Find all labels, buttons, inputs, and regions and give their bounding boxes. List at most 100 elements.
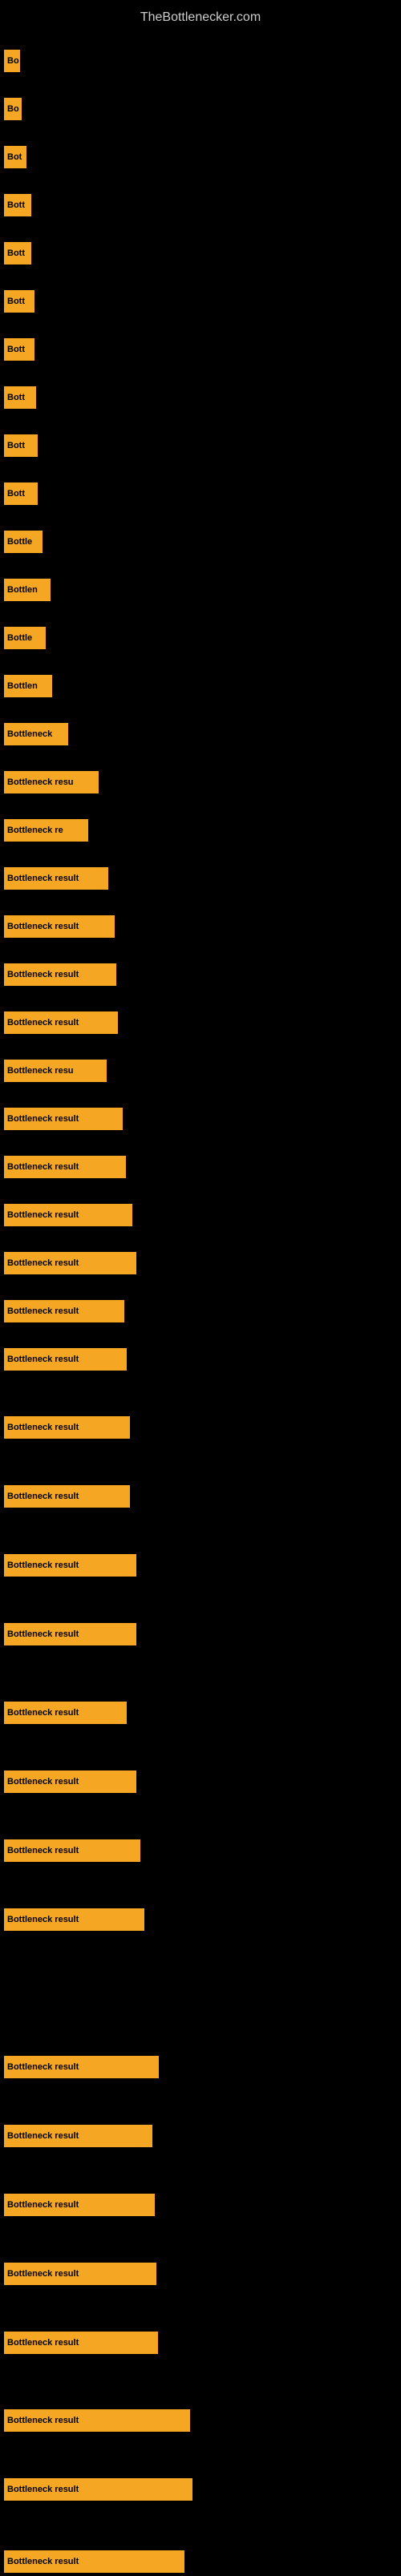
bar-row: Bottleneck resu bbox=[4, 1056, 107, 1085]
bar-label: Bottleneck result bbox=[7, 2416, 79, 2425]
bar-item: Bottleneck result bbox=[4, 2332, 158, 2354]
bar-row: Bottleneck result bbox=[4, 2547, 184, 2576]
bar-label: Bott bbox=[7, 489, 25, 499]
bar-row: Bottleneck result bbox=[4, 2122, 152, 2150]
bar-row: Bott bbox=[4, 239, 31, 268]
bar-row: Bottleneck result bbox=[4, 1413, 130, 1442]
bar-label: Bottleneck result bbox=[7, 1777, 79, 1787]
bar-label: Bottleneck result bbox=[7, 2200, 79, 2210]
bar-item: Bottleneck result bbox=[4, 867, 108, 890]
bar-item: Bottleneck result bbox=[4, 1839, 140, 1862]
bar-row: Bott bbox=[4, 431, 38, 460]
bar-row: Bottleneck result bbox=[4, 2406, 190, 2435]
bar-label: Bottleneck resu bbox=[7, 1066, 74, 1076]
bar-label: Bo bbox=[7, 104, 19, 114]
bar-item: Bottleneck result bbox=[4, 2478, 192, 2501]
bar-item: Bottleneck result bbox=[4, 1204, 132, 1226]
bar-label: Bottleneck result bbox=[7, 1423, 79, 1432]
bar-item: Bottlen bbox=[4, 675, 52, 697]
bar-row: Bott bbox=[4, 287, 34, 316]
bar-label: Bottleneck re bbox=[7, 826, 63, 835]
bar-item: Bottleneck bbox=[4, 723, 68, 745]
bar-label: Bottleneck result bbox=[7, 1561, 79, 1570]
bar-item: Bottleneck result bbox=[4, 1485, 130, 1508]
bar-item: Bottleneck result bbox=[4, 1300, 124, 1322]
bar-row: Bott bbox=[4, 335, 34, 364]
bar-row: Bottleneck result bbox=[4, 2190, 155, 2219]
bar-label: Bottleneck result bbox=[7, 1915, 79, 1924]
bar-row: Bot bbox=[4, 143, 26, 172]
bar-label: Bottleneck result bbox=[7, 1018, 79, 1028]
bar-row: Bo bbox=[4, 46, 20, 75]
bar-item: Bott bbox=[4, 242, 31, 264]
bar-label: Bottleneck result bbox=[7, 922, 79, 931]
bar-item: Bottleneck result bbox=[4, 1554, 136, 1577]
bar-item: Bottleneck result bbox=[4, 2263, 156, 2285]
bar-item: Bottle bbox=[4, 531, 43, 553]
bar-item: Bottleneck result bbox=[4, 2409, 190, 2432]
bar-label: Bottleneck result bbox=[7, 874, 79, 883]
bar-row: Bottleneck result bbox=[4, 2259, 156, 2288]
bar-label: Bottle bbox=[7, 633, 32, 643]
bar-row: Bott bbox=[4, 479, 38, 508]
bar-item: Bot bbox=[4, 146, 26, 168]
bar-label: Bott bbox=[7, 441, 25, 450]
bar-item: Bott bbox=[4, 194, 31, 216]
bar-row: Bo bbox=[4, 95, 22, 123]
bar-row: Bott bbox=[4, 191, 31, 220]
bar-label: Bot bbox=[7, 152, 22, 162]
bar-label: Bottleneck result bbox=[7, 1708, 79, 1718]
bar-item: Bottleneck result bbox=[4, 1108, 123, 1130]
bar-row: Bottleneck result bbox=[4, 1836, 140, 1865]
bar-label: Bottlen bbox=[7, 681, 38, 691]
bar-item: Bo bbox=[4, 50, 20, 72]
bar-label: Bottleneck result bbox=[7, 2131, 79, 2141]
bar-item: Bottleneck result bbox=[4, 2194, 155, 2216]
bar-row: Bottleneck result bbox=[4, 2475, 192, 2504]
bar-row: Bottleneck result bbox=[4, 2053, 159, 2081]
bar-item: Bottleneck result bbox=[4, 2056, 159, 2078]
bar-row: Bottlen bbox=[4, 672, 52, 701]
bar-item: Bottleneck resu bbox=[4, 771, 99, 793]
bar-label: Bottleneck result bbox=[7, 970, 79, 979]
bar-item: Bottleneck result bbox=[4, 1702, 127, 1724]
bars-container: BoBoBotBottBottBottBottBottBottBottBottl… bbox=[0, 24, 401, 40]
bar-label: Bottleneck result bbox=[7, 2269, 79, 2279]
bar-item: Bott bbox=[4, 482, 38, 505]
bar-row: Bottleneck result bbox=[4, 1551, 136, 1580]
bar-label: Bottleneck bbox=[7, 729, 52, 739]
bar-label: Bottleneck result bbox=[7, 1114, 79, 1124]
bar-label: Bott bbox=[7, 345, 25, 354]
bar-item: Bottleneck resu bbox=[4, 1060, 107, 1082]
bar-item: Bott bbox=[4, 338, 34, 361]
bar-row: Bott bbox=[4, 383, 36, 412]
bar-row: Bottleneck result bbox=[4, 1249, 136, 1278]
bar-row: Bottleneck result bbox=[4, 1153, 126, 1181]
bar-label: Bott bbox=[7, 297, 25, 306]
bar-item: Bo bbox=[4, 98, 22, 120]
bar-label: Bott bbox=[7, 248, 25, 258]
bar-item: Bottlen bbox=[4, 579, 51, 601]
bar-row: Bottleneck result bbox=[4, 1008, 118, 1037]
bar-row: Bottleneck result bbox=[4, 912, 115, 941]
bar-label: Bottleneck result bbox=[7, 2338, 79, 2348]
bar-label: Bottleneck result bbox=[7, 1210, 79, 1220]
bar-item: Bottleneck result bbox=[4, 963, 116, 986]
bar-item: Bottleneck result bbox=[4, 1416, 130, 1439]
bar-row: Bottleneck resu bbox=[4, 768, 99, 797]
bar-label: Bottleneck resu bbox=[7, 777, 74, 787]
bar-label: Bottleneck result bbox=[7, 1258, 79, 1268]
bar-row: Bottleneck result bbox=[4, 1698, 127, 1727]
bar-item: Bottleneck result bbox=[4, 2125, 152, 2147]
bar-label: Bottleneck result bbox=[7, 1306, 79, 1316]
bar-row: Bottleneck result bbox=[4, 1345, 127, 1374]
bar-item: Bottleneck re bbox=[4, 819, 88, 842]
bar-item: Bottleneck result bbox=[4, 1252, 136, 1274]
bar-item: Bott bbox=[4, 290, 34, 313]
bar-label: Bottleneck result bbox=[7, 2062, 79, 2072]
bar-label: Bottle bbox=[7, 537, 32, 547]
bar-item: Bottleneck result bbox=[4, 1770, 136, 1793]
bar-label: Bottleneck result bbox=[7, 1162, 79, 1172]
bar-label: Bottleneck result bbox=[7, 1355, 79, 1364]
bar-row: Bottleneck result bbox=[4, 1201, 132, 1229]
